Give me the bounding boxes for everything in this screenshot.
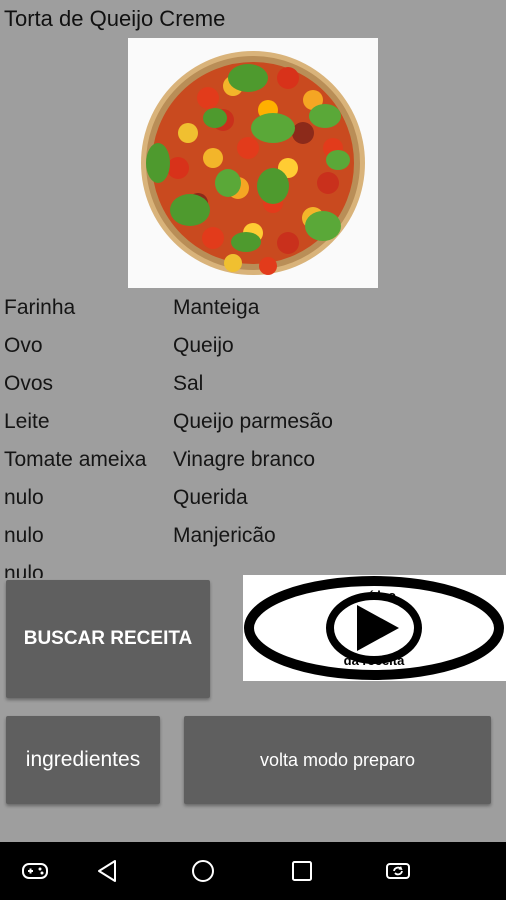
ingredient-left: nulo <box>4 562 44 578</box>
ingredient-left: Tomate ameixa <box>4 448 147 471</box>
search-recipe-button[interactable]: BUSCAR RECEITA <box>6 580 210 698</box>
ingredient-right: Querida <box>173 486 248 509</box>
gamepad-icon[interactable] <box>20 856 50 886</box>
ingredient-row: Ovo Queijo <box>0 328 506 366</box>
ingredient-right: Manteiga <box>173 296 260 319</box>
system-navigation-bar <box>0 842 506 900</box>
video-bottom-label: da receita <box>344 653 405 668</box>
ingredients-list: Farinha Manteiga Ovo Queijo Ovos Sal Lei… <box>0 290 506 578</box>
play-triangle-icon <box>357 605 399 651</box>
ingredient-row: Leite Queijo parmesão <box>0 404 506 442</box>
ingredient-row: Farinha Manteiga <box>0 290 506 328</box>
ingredient-right: Queijo <box>173 334 234 357</box>
ingredient-right: Manjericão <box>173 524 276 547</box>
ingredient-row: nulo Querida <box>0 480 506 518</box>
video-top-label: vídeo <box>362 588 396 603</box>
ingredient-left: nulo <box>4 486 44 509</box>
ingredient-left: Farinha <box>4 296 76 319</box>
recipe-title: Torta de Queijo Creme <box>4 6 226 31</box>
back-icon[interactable] <box>93 856 123 886</box>
ingredient-row: nulo Manjericão <box>0 518 506 556</box>
recipe-photo <box>128 38 378 288</box>
recents-icon[interactable] <box>287 856 317 886</box>
ingredient-right: Vinagre branco <box>173 448 316 471</box>
ingredient-right: Queijo parmesão <box>173 410 333 433</box>
ingredient-left: nulo <box>4 524 44 547</box>
ingredient-row: Tomate ameixa Vinagre branco <box>0 442 506 480</box>
ingredient-left: Leite <box>4 410 50 433</box>
ingredient-left: Ovo <box>4 334 43 357</box>
screen-rotate-icon[interactable] <box>383 856 413 886</box>
ingredient-right: Sal <box>173 372 204 395</box>
video-recipe-button[interactable]: vídeo da receita <box>243 575 506 681</box>
back-preparation-mode-button[interactable]: volta modo preparo <box>184 716 491 804</box>
home-icon[interactable] <box>188 856 218 886</box>
ingredient-row: Ovos Sal <box>0 366 506 404</box>
ingredient-left: Ovos <box>4 372 54 395</box>
ingredients-button[interactable]: ingredientes <box>6 716 160 804</box>
